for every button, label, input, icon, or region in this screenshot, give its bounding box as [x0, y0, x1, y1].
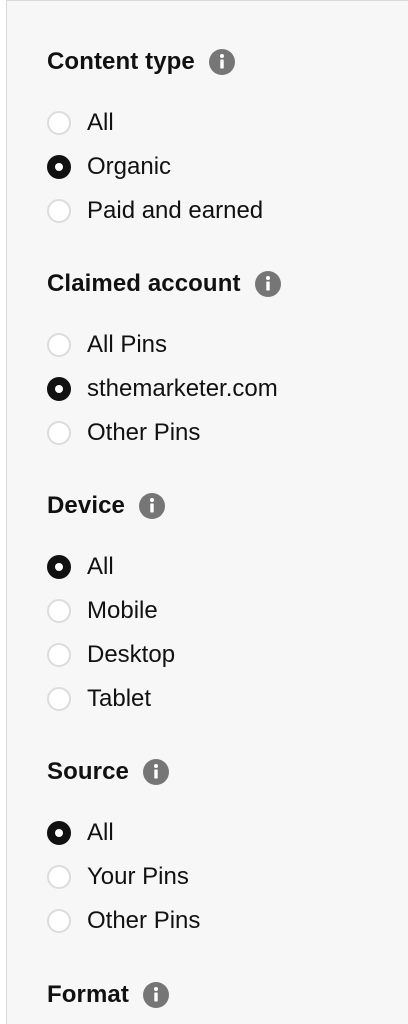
- radio-button[interactable]: [47, 199, 71, 223]
- radio-button-selected[interactable]: [47, 821, 71, 845]
- device-option-desktop[interactable]: Desktop: [47, 633, 387, 677]
- info-icon[interactable]: [208, 49, 235, 75]
- info-icon[interactable]: [139, 493, 165, 519]
- source-options: All Your Pins Other Pins: [47, 811, 387, 943]
- radio-button[interactable]: [47, 687, 71, 711]
- option-label: Mobile: [87, 597, 158, 624]
- option-label: Paid and earned: [87, 197, 264, 224]
- radio-button-selected[interactable]: [47, 155, 71, 179]
- radio-button[interactable]: [47, 643, 71, 667]
- claimed-account-option-domain[interactable]: sthemarketer.com: [47, 367, 387, 411]
- radio-button[interactable]: [47, 909, 71, 933]
- radio-button-selected[interactable]: [47, 555, 71, 579]
- source-title: Source: [47, 758, 129, 785]
- info-icon[interactable]: [142, 982, 169, 1008]
- claimed-account-section: Claimed account All Pins sthemarketer.co…: [47, 267, 387, 455]
- info-icon[interactable]: [142, 759, 169, 785]
- format-title: Format: [47, 981, 129, 1008]
- content-type-option-paid-and-earned[interactable]: Paid and earned: [47, 189, 387, 233]
- source-header: Source: [47, 755, 387, 789]
- device-option-all[interactable]: All: [47, 545, 387, 589]
- option-label: All: [87, 109, 114, 136]
- source-section: Source All Your Pins Other Pins: [47, 755, 387, 943]
- content-type-options: All Organic Paid and earned: [47, 101, 387, 233]
- radio-button[interactable]: [47, 865, 71, 889]
- source-option-your-pins[interactable]: Your Pins: [47, 855, 387, 899]
- option-label: All: [87, 553, 114, 580]
- option-label: Other Pins: [87, 419, 201, 446]
- claimed-account-options: All Pins sthemarketer.com Other Pins: [47, 323, 387, 455]
- device-options: All Mobile Desktop Tablet: [47, 545, 387, 721]
- device-option-tablet[interactable]: Tablet: [47, 677, 387, 721]
- filters-panel: Content type All Organic Paid and earned…: [6, 0, 408, 1024]
- info-icon[interactable]: [254, 271, 281, 297]
- device-title: Device: [47, 492, 125, 519]
- device-section: Device All Mobile Desktop Tablet: [47, 489, 387, 721]
- content-type-option-organic[interactable]: Organic: [47, 145, 387, 189]
- claimed-account-option-other-pins[interactable]: Other Pins: [47, 411, 387, 455]
- radio-button[interactable]: [47, 333, 71, 357]
- source-option-other-pins[interactable]: Other Pins: [47, 899, 387, 943]
- claimed-account-title: Claimed account: [47, 270, 241, 297]
- option-label: Tablet: [87, 685, 152, 712]
- format-header: Format: [47, 978, 387, 1012]
- content-type-option-all[interactable]: All: [47, 101, 387, 145]
- option-label: All: [87, 819, 114, 846]
- content-type-title: Content type: [47, 48, 195, 75]
- content-type-header: Content type: [47, 45, 387, 79]
- option-label: sthemarketer.com: [87, 375, 278, 402]
- radio-button[interactable]: [47, 421, 71, 445]
- radio-button[interactable]: [47, 599, 71, 623]
- option-label: Other Pins: [87, 907, 201, 934]
- option-label: Your Pins: [87, 863, 189, 890]
- option-label: Organic: [87, 153, 172, 180]
- device-header: Device: [47, 489, 387, 523]
- radio-button-selected[interactable]: [47, 377, 71, 401]
- content-type-section: Content type All Organic Paid and earned: [47, 45, 387, 233]
- option-label: Desktop: [87, 641, 176, 668]
- claimed-account-option-all-pins[interactable]: All Pins: [47, 323, 387, 367]
- radio-button[interactable]: [47, 111, 71, 135]
- option-label: All Pins: [87, 331, 168, 358]
- format-section: Format: [47, 978, 387, 1012]
- device-option-mobile[interactable]: Mobile: [47, 589, 387, 633]
- claimed-account-header: Claimed account: [47, 267, 387, 301]
- source-option-all[interactable]: All: [47, 811, 387, 855]
